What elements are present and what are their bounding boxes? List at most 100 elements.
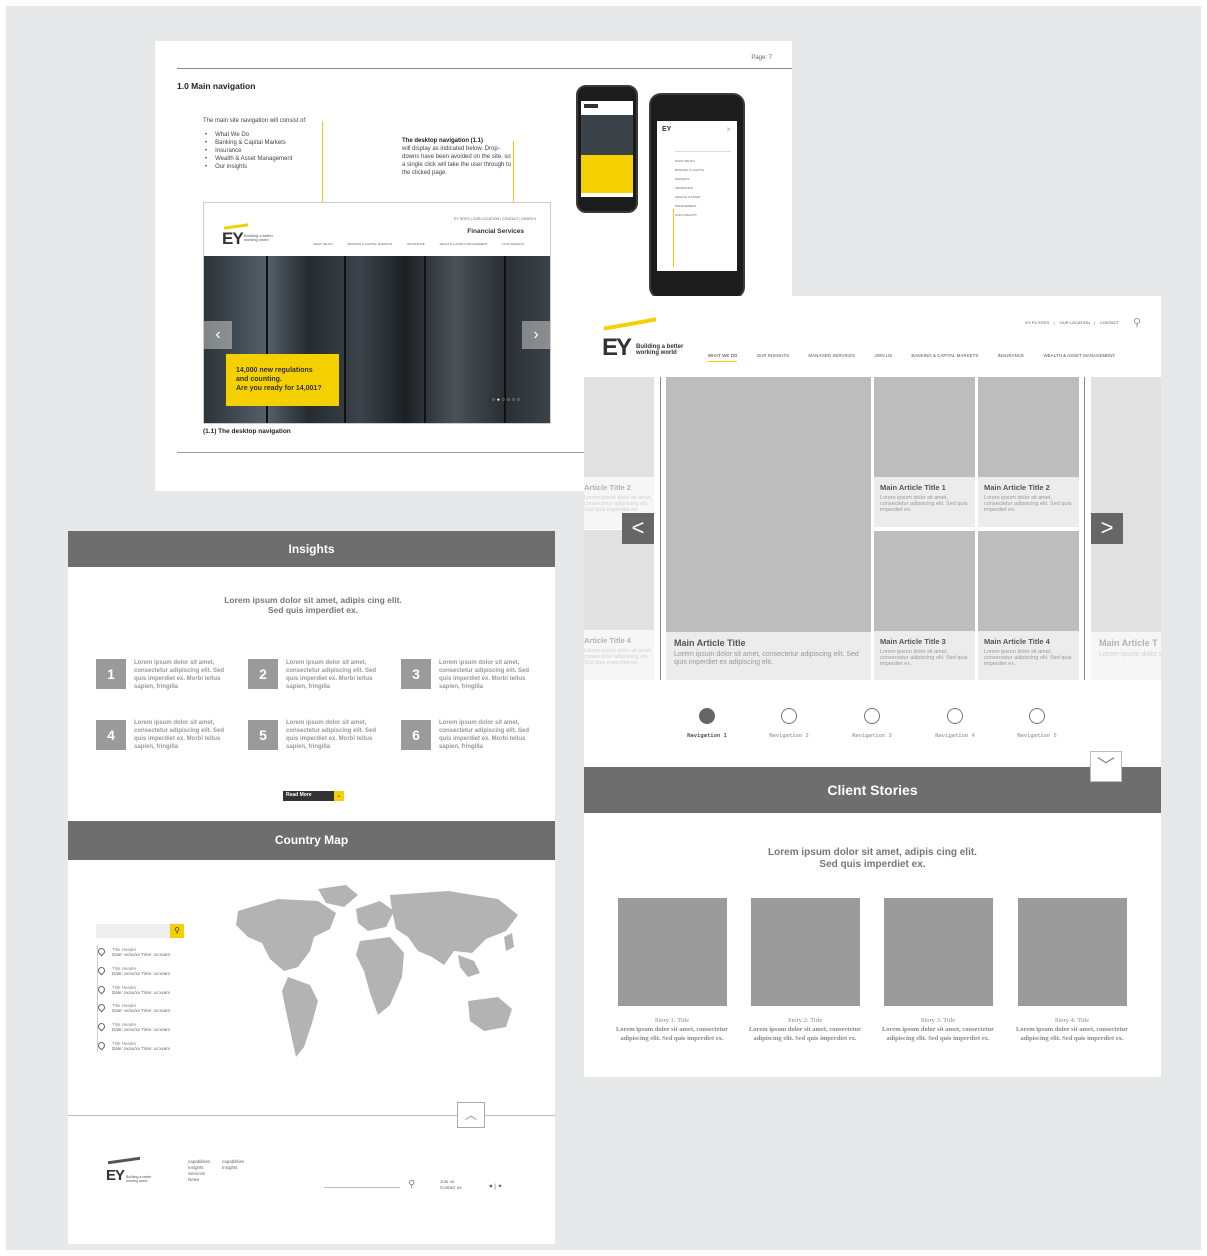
carousel-dot-1[interactable] — [699, 708, 715, 724]
article-tile-prev[interactable] — [584, 530, 654, 630]
world-map[interactable] — [218, 881, 528, 1081]
mock-carousel-dots[interactable]: ○●○○○○ — [492, 397, 522, 403]
story-text[interactable]: Story 3: Title Lorem ipsum dolor sit ame… — [878, 1016, 998, 1043]
nav-insurance[interactable]: INSURANCE — [998, 353, 1025, 358]
article-caption-next: Main Article T Lorem ipsum dolor sit ame… — [1091, 632, 1161, 680]
carousel-nav-label[interactable]: Navigation 2 — [754, 733, 824, 739]
article-title: Article Title 4 — [584, 636, 631, 645]
location-item[interactable]: Title Header Date: xx/xx/xx Time: xx:xxam — [96, 946, 170, 957]
footer-link[interactable]: Contact us — [440, 1185, 462, 1191]
phone-logo — [584, 104, 598, 108]
mock-next-arrow[interactable]: › — [522, 321, 550, 349]
carousel-nav-label[interactable]: Navigation 3 — [837, 733, 907, 739]
nav-our-insights[interactable]: OUR INSIGHTS — [757, 353, 790, 358]
article-body: Lorem ipsum dolor sit amet, consectetur … — [984, 649, 1072, 667]
location-item[interactable]: Title Header Date: xx/xx/xx Time: xx:xxam — [96, 1040, 171, 1051]
insight-number: 6 — [401, 720, 431, 750]
carousel-nav-label[interactable]: Navigation 4 — [920, 733, 990, 739]
carousel-prev-arrow[interactable]: < — [622, 513, 654, 544]
top-links: EY FS SITES | OUR LOCATION | CONTACT — [1025, 320, 1119, 325]
location-item[interactable]: Title Header Date: xx/xx/xx Time: xx:xxam — [96, 984, 171, 995]
insights-lead: Lorem ipsum dolor sit amet, adipis cing … — [224, 595, 402, 615]
mock-top-links: EY SITES | OUR LOCATION | CONTACT | SEAR… — [454, 217, 536, 221]
map-search-input[interactable]: ⚲ — [96, 924, 184, 938]
top-link[interactable]: EY FS SITES — [1025, 320, 1049, 325]
article-caption-2: Main Article Title 2 Lorem ipsum dolor s… — [978, 477, 1079, 527]
ey-logo[interactable]: EY — [602, 334, 632, 362]
carousel-nav-label[interactable]: Navigation 5 — [1002, 733, 1072, 739]
article-caption-3: Main Article Title 3 Lorem ipsum dolor s… — [874, 631, 975, 680]
scroll-down-button[interactable]: ﹀ — [1090, 751, 1122, 782]
list-item: Our insights — [205, 163, 292, 171]
story-image[interactable] — [884, 898, 993, 1006]
carousel-dot-3[interactable] — [864, 708, 880, 724]
read-more-label: Read More — [286, 792, 312, 798]
insight-text[interactable]: Lorem ipsum dolor sit amet, consectetur … — [439, 659, 534, 691]
story-image[interactable] — [1018, 898, 1127, 1006]
top-link[interactable]: CONTACT — [1100, 320, 1119, 325]
close-icon[interactable]: × — [726, 125, 731, 134]
country-map-header: Country Map — [68, 821, 555, 860]
client-stories-lead: Lorem ipsum dolor sit amet, adipis cing … — [768, 847, 977, 870]
carousel-next-arrow[interactable]: > — [1091, 513, 1123, 544]
footer-links-col2: capabilities Insights — [222, 1159, 244, 1171]
story-text[interactable]: Story 4: Title Lorem ipsum dolor sit ame… — [1012, 1016, 1132, 1043]
carousel-dot-5[interactable] — [1029, 708, 1045, 724]
mock-prev-arrow[interactable]: ‹ — [204, 321, 232, 349]
story-text[interactable]: Story 2: Title Lorem ipsum dolor sit ame… — [745, 1016, 865, 1043]
header-divider — [177, 68, 792, 69]
map-pin-icon — [96, 1021, 107, 1032]
location-list-rule — [97, 945, 98, 1052]
insight-text[interactable]: Lorem ipsum dolor sit amet, consectetur … — [286, 719, 381, 751]
nav-managed-services[interactable]: MANAGED SERVICES — [808, 353, 855, 358]
insight-text[interactable]: Lorem ipsum dolor sit amet, consectetur … — [439, 719, 534, 751]
section-title: 1.0 Main navigation — [177, 81, 256, 91]
social-icons[interactable]: ♥ | ✦ — [489, 1183, 502, 1190]
client-stories-header: Client Stories — [584, 767, 1161, 813]
nav-banking[interactable]: BANKING & CAPITAL MARKETS — [911, 353, 978, 358]
carousel-dot-4[interactable] — [947, 708, 963, 724]
story-body: Lorem ipsum dolor sit amet, consectetur … — [615, 1026, 729, 1042]
article-tile-prev[interactable] — [584, 377, 654, 477]
footer-link[interactable]: Insights — [222, 1165, 244, 1171]
article-tile-next[interactable] — [1091, 377, 1161, 632]
desktop-nav-note-body: will display as indicated below. Drop-do… — [402, 146, 512, 176]
insight-text[interactable]: Lorem ipsum dolor sit amet, consectetur … — [134, 719, 229, 751]
article-body: Lorem ipsum dolor sit amet, consectetur … — [880, 649, 968, 667]
footer-link[interactable]: News — [188, 1177, 210, 1183]
nav-wealth[interactable]: WEALTH & ASSET MANAGEMENT — [1043, 353, 1115, 358]
carousel-nav-label[interactable]: Navigation 1 — [672, 733, 742, 739]
article-body: Lorem ipsum dolor sit amet, consectetur … — [880, 495, 968, 513]
hero-callout-text: 14,000 new regulations and counting. Are… — [236, 367, 322, 392]
search-icon[interactable]: ⚲ — [170, 924, 184, 938]
search-icon[interactable]: ⚲ — [1133, 316, 1141, 329]
story-text[interactable]: Story 1: Title Lorem ipsum dolor sit ame… — [612, 1016, 732, 1043]
main-article-tile[interactable] — [666, 377, 871, 632]
story-image[interactable] — [618, 898, 727, 1006]
read-more-button[interactable]: Read More ⌄ — [283, 791, 344, 801]
location-date: Date: xx/xx/xx Time: xx:xxam — [112, 1046, 171, 1051]
article-title: Main Article Title 4 — [984, 637, 1050, 646]
location-date: Date: xx/xx/xx Time: xx:xxam — [112, 990, 171, 995]
article-tile-2[interactable] — [978, 377, 1079, 477]
story-image[interactable] — [751, 898, 860, 1006]
insight-text[interactable]: Lorem ipsum dolor sit amet, consectetur … — [134, 659, 229, 691]
location-item[interactable]: Title Header Date: xx/xx/xx Time: xx:xxam — [96, 965, 170, 976]
phone-menu-items[interactable]: WHAT WE DO BANKING & CAPITAL MARKETS INSUR… — [675, 157, 715, 220]
top-link[interactable]: OUR LOCATION — [1060, 320, 1090, 325]
scroll-up-button[interactable]: ︿ — [457, 1102, 485, 1128]
nav-join-us[interactable]: JOIN US — [874, 353, 892, 358]
nav-what-we-do[interactable]: WHAT WE DO — [708, 353, 738, 362]
location-item[interactable]: Title Header Date: xx/xx/xx Time: xx:xxam — [96, 1002, 170, 1013]
footer-search-input[interactable] — [324, 1187, 400, 1188]
insight-text[interactable]: Lorem ipsum dolor sit amet, consectetur … — [286, 659, 381, 691]
article-tile-3[interactable] — [874, 531, 975, 631]
map-pin-icon — [96, 984, 107, 995]
carousel-dot-2[interactable] — [781, 708, 797, 724]
story-title: Story 3: Title — [920, 1017, 956, 1024]
article-tile-4[interactable] — [978, 531, 1079, 631]
location-item[interactable]: Title Header Date: xx/xx/xx Time: xx:xxam — [96, 1021, 170, 1032]
footer-ey-logo[interactable]: EY — [106, 1167, 125, 1184]
article-tile-1[interactable] — [874, 377, 975, 477]
search-icon[interactable]: ⚲ — [408, 1179, 415, 1190]
